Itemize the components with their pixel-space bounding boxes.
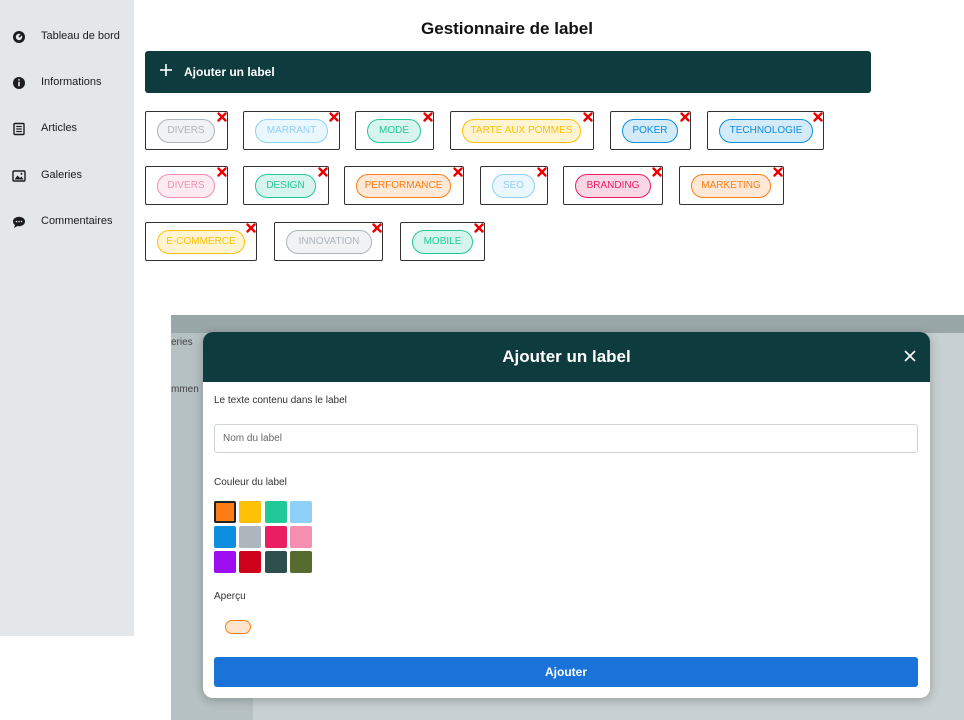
dashboard-icon — [13, 31, 25, 43]
label-item: BRANDING — [563, 166, 663, 205]
color-swatch-light-blue[interactable] — [290, 501, 312, 523]
add-label-bar-text: Ajouter un label — [184, 65, 275, 79]
label-chip[interactable]: DIVERS — [157, 174, 215, 198]
article-icon — [13, 122, 25, 136]
label-item: E-COMMERCE — [145, 222, 257, 261]
label-item: DIVERS — [145, 166, 228, 205]
preview-caption: Aperçu — [214, 591, 246, 602]
sidebar-item-label: Commentaires — [41, 215, 113, 227]
color-swatch-yellow[interactable] — [239, 501, 261, 523]
label-chip[interactable]: MODE — [367, 119, 421, 143]
label-item: INNOVATION — [274, 222, 383, 261]
color-swatch-green[interactable] — [265, 501, 287, 523]
sidebar-item-informations[interactable]: Informations — [0, 68, 134, 98]
delete-icon[interactable] — [536, 166, 548, 178]
sidebar-item-galeries[interactable]: Galeries — [0, 161, 134, 191]
page-title: Gestionnaire de label — [421, 19, 593, 38]
label-item: TARTE AUX POMMES — [450, 111, 594, 150]
delete-icon[interactable] — [679, 111, 691, 123]
delete-icon[interactable] — [371, 222, 383, 234]
label-item: POKER — [610, 111, 691, 150]
backdrop-sidebar-text: eries — [171, 337, 193, 348]
delete-icon[interactable] — [582, 111, 594, 123]
add-button[interactable]: Ajouter — [214, 657, 918, 687]
label-chip[interactable]: MARRANT — [255, 119, 328, 143]
label-chip[interactable]: E-COMMERCE — [157, 230, 245, 254]
label-chip[interactable]: POKER — [622, 119, 678, 143]
sidebar-item-dashboard[interactable]: Tableau de bord — [0, 22, 134, 52]
label-chip[interactable]: PERFORMANCE — [356, 174, 451, 198]
gallery-icon — [12, 170, 26, 182]
add-label-bar[interactable]: Ajouter un label — [145, 51, 871, 93]
dialog-title: Ajouter un label — [502, 347, 631, 366]
sidebar-item-label: Informations — [41, 76, 102, 88]
sidebar: Tableau de bord Informations Articles Ga… — [0, 0, 134, 636]
sidebar-item-label: Galeries — [41, 169, 82, 181]
label-item: PERFORMANCE — [344, 166, 464, 205]
label-chip[interactable]: SEO — [492, 174, 535, 198]
label-item: TECHNOLOGIE — [707, 111, 824, 150]
color-swatch-red[interactable] — [239, 551, 261, 573]
backdrop-sidebar-text: mmen — [171, 384, 199, 395]
color-swatch-purple[interactable] — [214, 551, 236, 573]
delete-icon[interactable] — [473, 222, 485, 234]
label-chip[interactable]: MARKETING — [691, 174, 771, 198]
sidebar-item-commentaires[interactable]: Commentaires — [0, 207, 134, 237]
delete-icon[interactable] — [216, 166, 228, 178]
label-item: MARRANT — [243, 111, 340, 150]
add-label-dialog: Ajouter un label Le texte contenu dans l… — [203, 332, 930, 698]
delete-icon[interactable] — [216, 111, 228, 123]
color-swatch-orange[interactable] — [214, 501, 236, 523]
delete-icon[interactable] — [812, 111, 824, 123]
delete-icon[interactable] — [317, 166, 329, 178]
delete-icon[interactable] — [422, 111, 434, 123]
label-item: DIVERS — [145, 111, 228, 150]
backdrop-header-strip — [171, 315, 964, 333]
color-swatch-crimson[interactable] — [265, 526, 287, 548]
delete-icon[interactable] — [452, 166, 464, 178]
label-chip[interactable]: DIVERS — [157, 119, 215, 143]
label-preview-chip — [225, 620, 251, 634]
label-item: DESIGN — [243, 166, 329, 205]
label-item: MARKETING — [679, 166, 784, 205]
color-swatch-gray[interactable] — [239, 526, 261, 548]
sidebar-item-label: Articles — [41, 122, 78, 134]
color-swatch-dark-slate[interactable] — [265, 551, 287, 573]
sidebar-item-articles[interactable]: Articles — [0, 114, 134, 144]
label-chip[interactable]: TECHNOLOGIE — [719, 119, 813, 143]
dialog-header: Ajouter un label — [203, 332, 930, 382]
info-icon — [13, 77, 25, 89]
comment-icon — [13, 216, 25, 228]
label-name-input[interactable] — [214, 424, 918, 453]
delete-icon[interactable] — [772, 166, 784, 178]
delete-icon[interactable] — [328, 111, 340, 123]
label-item: MODE — [355, 111, 434, 150]
color-swatch-olive[interactable] — [290, 551, 312, 573]
label-chip[interactable]: TARTE AUX POMMES — [462, 119, 581, 143]
label-chip[interactable]: BRANDING — [575, 174, 651, 198]
label-text-caption: Le texte contenu dans le label — [214, 395, 347, 406]
color-swatch-pink[interactable] — [290, 526, 312, 548]
plus-icon — [160, 64, 172, 76]
delete-icon[interactable] — [245, 222, 257, 234]
label-chip[interactable]: INNOVATION — [286, 230, 372, 254]
label-color-caption: Couleur du label — [214, 477, 287, 488]
label-chip[interactable]: DESIGN — [255, 174, 316, 198]
label-item: MOBILE — [400, 222, 485, 261]
color-swatch-blue[interactable] — [214, 526, 236, 548]
delete-icon[interactable] — [651, 166, 663, 178]
close-icon[interactable] — [904, 350, 916, 362]
label-item: SEO — [480, 166, 548, 205]
sidebar-item-label: Tableau de bord — [41, 30, 120, 42]
label-chip[interactable]: MOBILE — [412, 230, 473, 254]
